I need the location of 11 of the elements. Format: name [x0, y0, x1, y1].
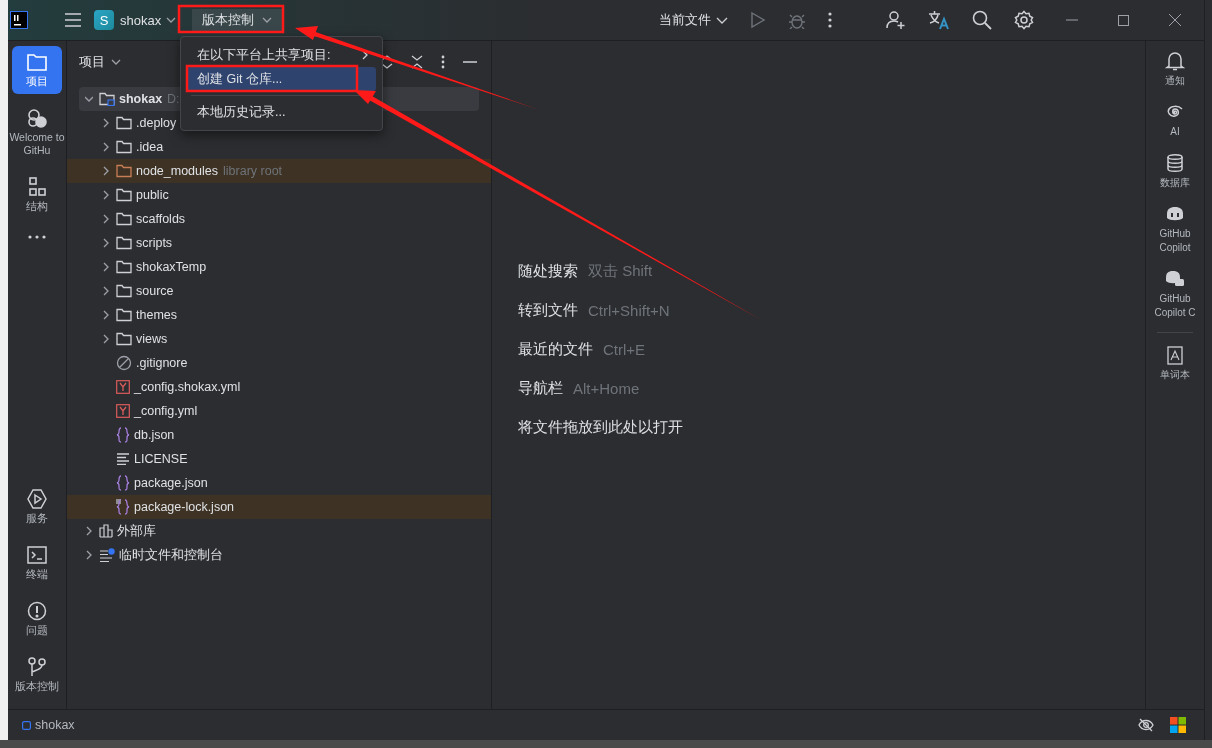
hint-shortcut: 双击 Shift	[588, 261, 653, 281]
hint-action: 最近的文件	[518, 339, 593, 359]
hint-shortcut: Alt+Home	[573, 379, 640, 397]
tree-item-hint: library root	[223, 164, 283, 178]
tree-item-hint: D:	[167, 92, 180, 106]
hint-action: 随处搜索	[518, 261, 578, 281]
hint-shortcut: Ctrl+E	[603, 340, 646, 358]
hint-shortcut: Ctrl+Shift+N	[588, 301, 670, 319]
hint-action: 导航栏	[518, 378, 563, 398]
hint-action: 将文件拖放到此处以打开	[518, 417, 683, 437]
hint-action: 转到文件	[518, 300, 578, 320]
